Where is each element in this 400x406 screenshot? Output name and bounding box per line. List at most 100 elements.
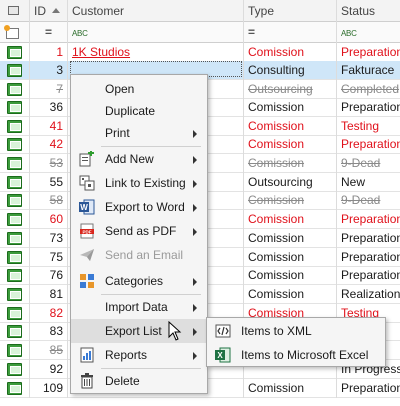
chevron-right-icon — [193, 228, 197, 236]
cell-id: 7 — [30, 80, 68, 99]
cell-type: Comission — [244, 379, 337, 398]
cell-id: 58 — [30, 191, 68, 210]
record-icon[interactable] — [7, 232, 22, 245]
cell-id: 82 — [30, 304, 68, 323]
table-row[interactable]: 1 1K Studios Comission Preparation — [0, 43, 400, 62]
filter-type[interactable]: = — [244, 22, 337, 43]
record-icon[interactable] — [7, 325, 22, 338]
grid-header: ID Customer Type Status — [0, 0, 400, 22]
record-icon[interactable] — [7, 363, 22, 376]
cell-id: 36 — [30, 98, 68, 117]
chevron-right-icon — [193, 156, 197, 164]
menu-item-delete[interactable]: Delete — [71, 369, 207, 393]
menu-item-items-to-excel[interactable]: X Items to Microsoft Excel — [207, 343, 385, 367]
mouse-pointer-icon — [168, 321, 182, 341]
menu-item-send-as-pdf[interactable]: PDF Send as PDF — [71, 219, 207, 243]
cell-type: Outsourcing — [244, 80, 337, 99]
record-icon[interactable] — [7, 382, 22, 395]
cell-status: New — [341, 175, 366, 189]
svg-text:W: W — [80, 203, 88, 212]
customer-link[interactable]: 1K Studios — [72, 45, 130, 59]
record-icon[interactable] — [7, 138, 22, 151]
email-icon — [79, 247, 95, 263]
xml-icon — [215, 323, 231, 339]
filter-row: = ABC = ABC — [0, 22, 400, 43]
record-icon[interactable] — [7, 46, 22, 59]
trash-icon — [79, 373, 95, 389]
menu-item-duplicate[interactable]: Duplicate — [71, 99, 207, 123]
cell-status: Preparation — [341, 268, 400, 282]
record-icon[interactable] — [7, 194, 22, 207]
menu-item-import-data[interactable]: Import Data — [71, 295, 207, 319]
cell-status: Realization — [341, 287, 400, 301]
column-header-type[interactable]: Type — [244, 0, 337, 22]
record-icon[interactable] — [7, 83, 22, 96]
record-icon[interactable] — [7, 251, 22, 264]
record-icon[interactable] — [7, 120, 22, 133]
menu-item-send-an-email[interactable]: Send an Email — [71, 243, 207, 267]
menu-item-categories[interactable]: Categories — [71, 269, 207, 293]
menu-item-reports[interactable]: Reports — [71, 343, 207, 367]
record-icon[interactable] — [7, 307, 22, 320]
record-icon[interactable] — [7, 269, 22, 282]
record-icon[interactable] — [7, 64, 22, 77]
cell-id: 76 — [30, 266, 68, 285]
cell-status: Preparation — [341, 381, 400, 395]
record-icon[interactable] — [7, 213, 22, 226]
cell-status: Preparation — [341, 137, 400, 151]
grid-icon — [8, 6, 19, 15]
filter-id[interactable]: = — [30, 22, 68, 43]
cell-status: Preparation — [341, 250, 400, 264]
sort-ascending-icon — [52, 8, 60, 13]
menu-item-link-to-existing[interactable]: Link to Existing — [71, 171, 207, 195]
cell-id: 42 — [30, 135, 68, 154]
cell-id: 3 — [30, 61, 68, 80]
column-header-id[interactable]: ID — [30, 0, 68, 22]
chevron-right-icon — [193, 130, 197, 138]
cell-type: Comission — [244, 43, 337, 62]
record-icon[interactable] — [7, 157, 22, 170]
menu-item-export-list[interactable]: Export List — [71, 319, 207, 343]
context-menu: Open Duplicate Print Add New Link to Exi… — [70, 74, 208, 394]
cell-status: Preparation — [341, 212, 400, 226]
cell-type: Comission — [244, 135, 337, 154]
menu-item-add-new[interactable]: Add New — [71, 147, 207, 171]
cell-type: Consulting — [244, 61, 337, 80]
cell-id: 60 — [30, 210, 68, 229]
menu-item-open[interactable]: Open — [71, 77, 207, 101]
cell-type: Comission — [244, 154, 337, 173]
record-icon[interactable] — [7, 288, 22, 301]
cell-id: 81 — [30, 285, 68, 304]
cell-type: Outsourcing — [244, 173, 337, 192]
add-record-icon[interactable] — [4, 25, 19, 39]
column-header-customer[interactable]: Customer — [68, 0, 244, 22]
cell-id: 53 — [30, 154, 68, 173]
cell-status: 9-Dead — [341, 193, 381, 207]
cell-id: 1 — [30, 43, 68, 62]
menu-item-export-to-word[interactable]: W Export to Word — [71, 195, 207, 219]
record-icon[interactable] — [7, 101, 22, 114]
cell-id: 73 — [30, 229, 68, 248]
filter-customer[interactable]: ABC — [68, 22, 244, 43]
chevron-right-icon — [193, 304, 197, 312]
svg-text:X: X — [217, 351, 223, 360]
excel-icon: X — [215, 347, 231, 363]
menu-item-items-to-xml[interactable]: Items to XML — [207, 319, 385, 343]
menu-item-print[interactable]: Print — [71, 121, 207, 145]
cell-id: 75 — [30, 248, 68, 267]
record-icon[interactable] — [7, 344, 22, 357]
chevron-right-icon — [193, 352, 197, 360]
reports-icon — [79, 347, 95, 363]
cell-status: Preparation — [341, 45, 400, 59]
cell-id: 41 — [30, 117, 68, 136]
cell-status: Preparation — [341, 231, 400, 245]
column-header-status[interactable]: Status — [337, 0, 400, 22]
chevron-right-icon — [193, 278, 197, 286]
text-filter-icon: ABC — [341, 29, 357, 38]
cell-status: 9-Dead — [341, 156, 381, 170]
record-icon[interactable] — [7, 176, 22, 189]
add-record-cell[interactable] — [0, 22, 30, 43]
text-filter-icon: ABC — [72, 29, 88, 38]
filter-status[interactable]: ABC — [337, 22, 400, 43]
cell-id: 109 — [30, 379, 68, 398]
